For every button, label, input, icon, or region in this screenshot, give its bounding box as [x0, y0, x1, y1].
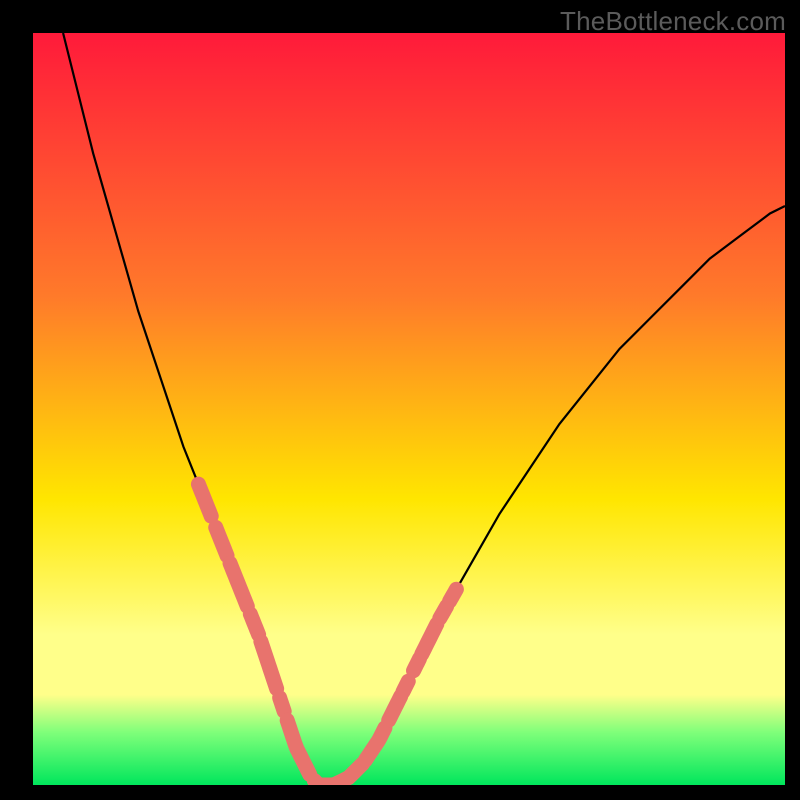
- chart-frame: TheBottleneck.com: [0, 0, 800, 800]
- bottleneck-chart: [33, 33, 785, 785]
- dash-segment: [250, 614, 258, 635]
- dash-segment: [403, 681, 408, 692]
- dash-segment: [280, 698, 285, 712]
- watermark-text: TheBottleneck.com: [560, 6, 786, 37]
- dash-segment: [450, 589, 457, 601]
- dash-segment: [440, 606, 447, 618]
- dash-segment: [216, 527, 227, 555]
